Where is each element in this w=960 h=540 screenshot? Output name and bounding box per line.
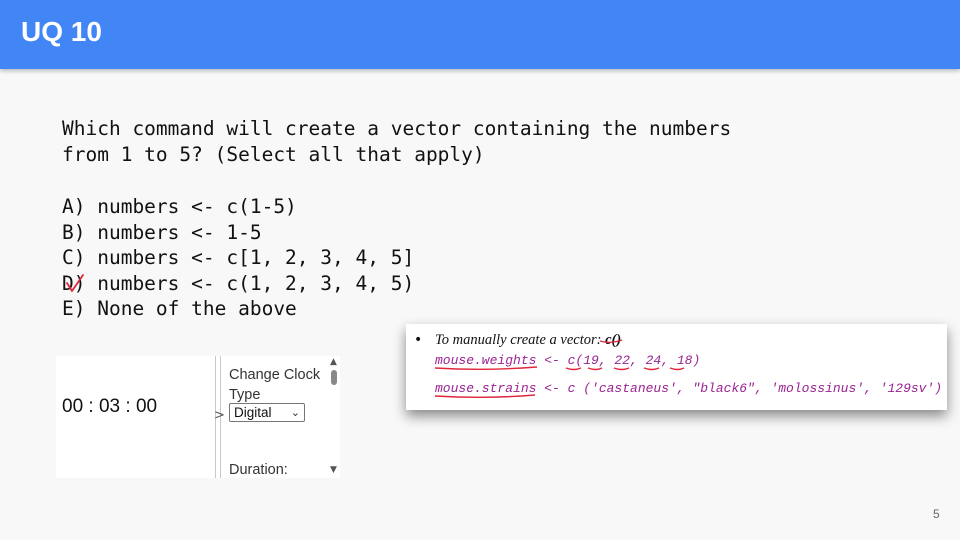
bullet-text-main: To manually create a vector: — [435, 332, 606, 348]
page-number: 5 — [933, 507, 940, 521]
expand-arrow-icon[interactable]: > — [214, 408, 225, 423]
answer-options: A) numbers <- c(1-5) B) numbers <- 1-5 C… — [62, 194, 414, 322]
clock-type-select[interactable]: Digital ⌄ — [229, 403, 305, 422]
option-c: C) numbers <- c[1, 2, 3, 4, 5] — [62, 246, 415, 269]
scrollbar-thumb[interactable] — [331, 370, 337, 385]
bullet-icon: • — [414, 332, 423, 348]
option-d: D) numbers <- c(1, 2, 3, 4, 5) — [62, 271, 415, 295]
chevron-down-icon: ⌄ — [290, 406, 300, 419]
clock-widget: 00 : 03 : 00 > Change Clock Type Digital… — [56, 356, 340, 478]
option-b: B) numbers <- 1-5 — [62, 220, 262, 244]
scroll-down-icon[interactable]: ▼ — [330, 465, 337, 475]
clock-time: 00 : 03 : 00 — [62, 396, 158, 417]
bullet-text: To manually create a vector: c() — [435, 332, 621, 349]
scroll-up-icon[interactable]: ▲ — [330, 357, 337, 367]
clock-type-value: Digital — [234, 405, 272, 420]
code-line-weights: mouse.weights <- c(19, 22, 24, 18) — [435, 353, 701, 368]
option-a: A) numbers <- c(1-5) — [62, 195, 297, 218]
duration-label: Duration: — [229, 462, 288, 478]
question-text: Which command will create a vector conta… — [62, 116, 731, 167]
bullet-function-name: c() — [605, 332, 622, 348]
option-e: E) None of the above — [62, 297, 297, 320]
code-example-card: • To manually create a vector: c() mouse… — [406, 324, 947, 410]
question-line-1: Which command will create a vector conta… — [62, 117, 732, 140]
question-line-2: from 1 to 5? (Select all that apply) — [62, 142, 485, 166]
code-line-strains: mouse.strains <- c ('castaneus', "black6… — [435, 381, 943, 396]
slide-title: UQ 10 — [21, 16, 102, 47]
change-clock-type-label: Change Clock Type — [229, 367, 321, 403]
checkmark-icon — [66, 274, 84, 292]
slide-header: UQ 10 — [0, 0, 960, 69]
